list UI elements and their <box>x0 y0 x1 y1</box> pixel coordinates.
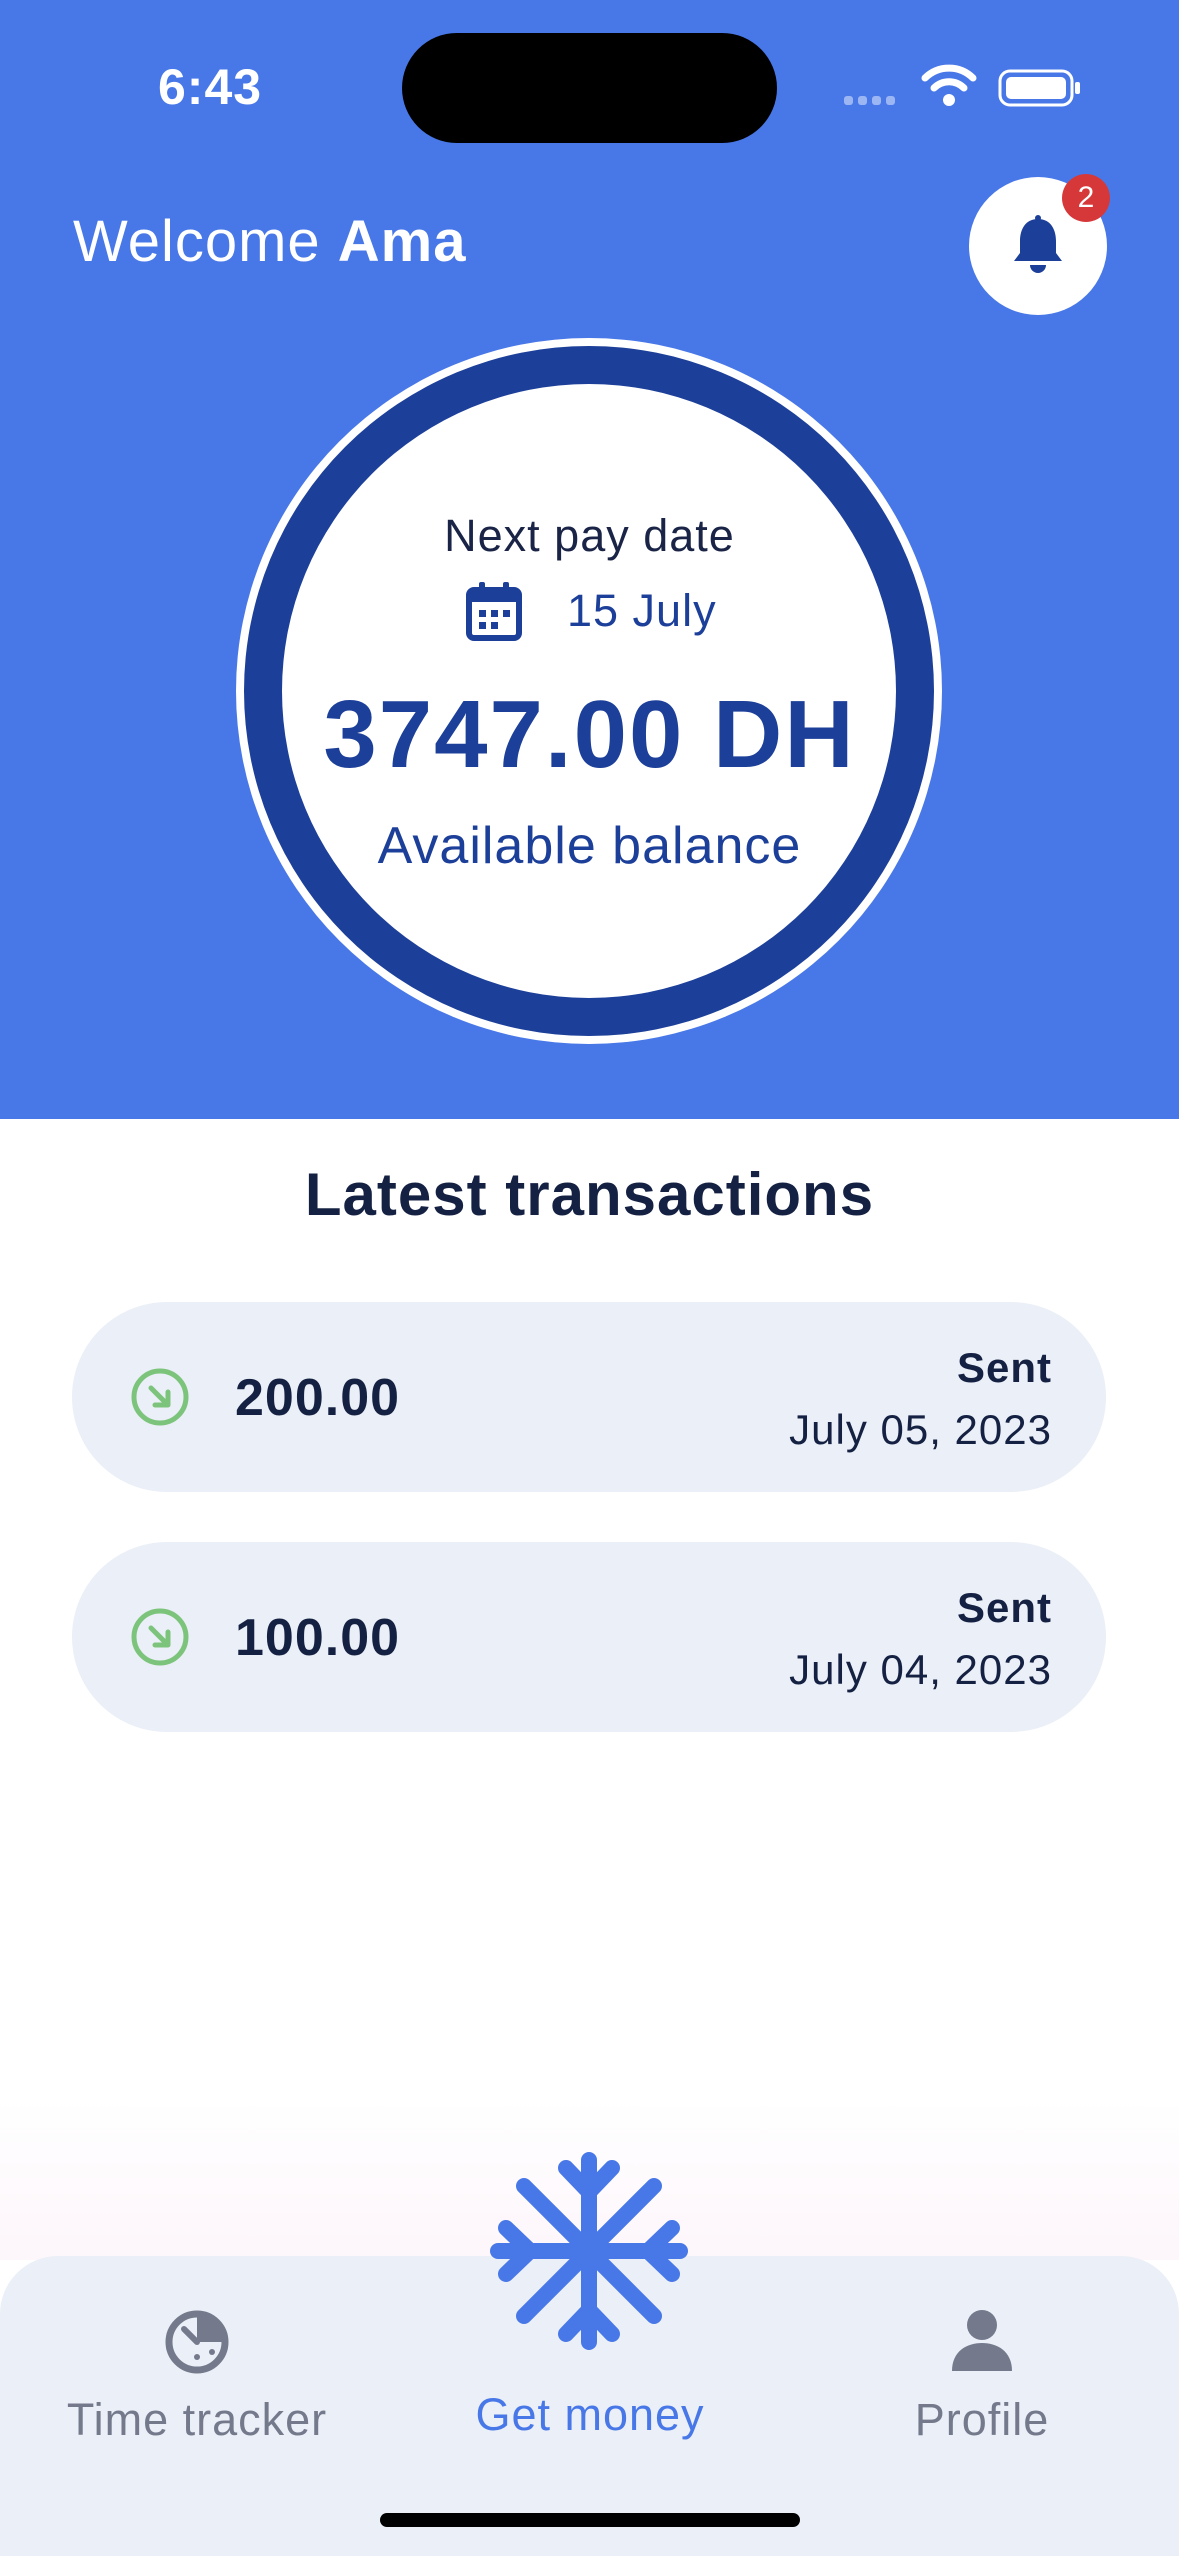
transactions-title: Latest transactions <box>304 1161 875 1228</box>
transaction-date: July 05, 2023 <box>789 1406 1052 1453</box>
welcome-prefix: Welcome <box>73 209 321 274</box>
transaction-amount: 200.00 <box>235 1369 401 1427</box>
calendar-icon <box>466 582 522 641</box>
transaction-amount: 100.00 <box>235 1609 401 1667</box>
balance-caption: Available balance <box>377 817 802 875</box>
home-indicator[interactable] <box>380 2513 800 2527</box>
transaction-item[interactable]: 200.00 Sent July 05, 2023 <box>72 1302 1106 1492</box>
incoming-arrow-icon <box>131 1608 189 1666</box>
status-time: 6:43 <box>158 59 263 115</box>
transaction-status: Sent <box>956 1584 1052 1631</box>
transaction-item[interactable]: 100.00 Sent July 04, 2023 <box>72 1542 1106 1732</box>
timer-icon <box>165 2310 229 2374</box>
user-name: Ama <box>337 209 467 274</box>
cellular-signal-icon <box>844 92 900 110</box>
person-icon <box>952 2310 1012 2371</box>
next-pay-label: Next pay date <box>444 510 735 561</box>
welcome-heading: Welcome Ama <box>73 208 467 275</box>
tab-time-tracker[interactable]: Time tracker <box>17 2305 377 2446</box>
tab-profile[interactable]: Profile <box>802 2305 1162 2446</box>
balance-amount: 3747.00 DH <box>323 681 856 788</box>
next-pay-date: 15 July <box>567 585 717 636</box>
tab-get-money[interactable]: Get money <box>410 2305 770 2441</box>
battery-icon <box>998 69 1080 107</box>
wifi-icon <box>921 64 977 106</box>
tab-label: Get money <box>475 2389 705 2440</box>
incoming-arrow-icon <box>131 1368 189 1426</box>
tab-label: Time tracker <box>66 2394 328 2445</box>
transaction-status: Sent <box>956 1344 1052 1391</box>
notification-badge: 2 <box>1062 174 1110 222</box>
dynamic-island <box>402 33 777 143</box>
transaction-date: July 04, 2023 <box>789 1646 1052 1693</box>
next-pay-date-row: 15 July <box>465 576 717 646</box>
bell-icon <box>1014 215 1062 273</box>
tab-label: Profile <box>914 2394 1050 2445</box>
